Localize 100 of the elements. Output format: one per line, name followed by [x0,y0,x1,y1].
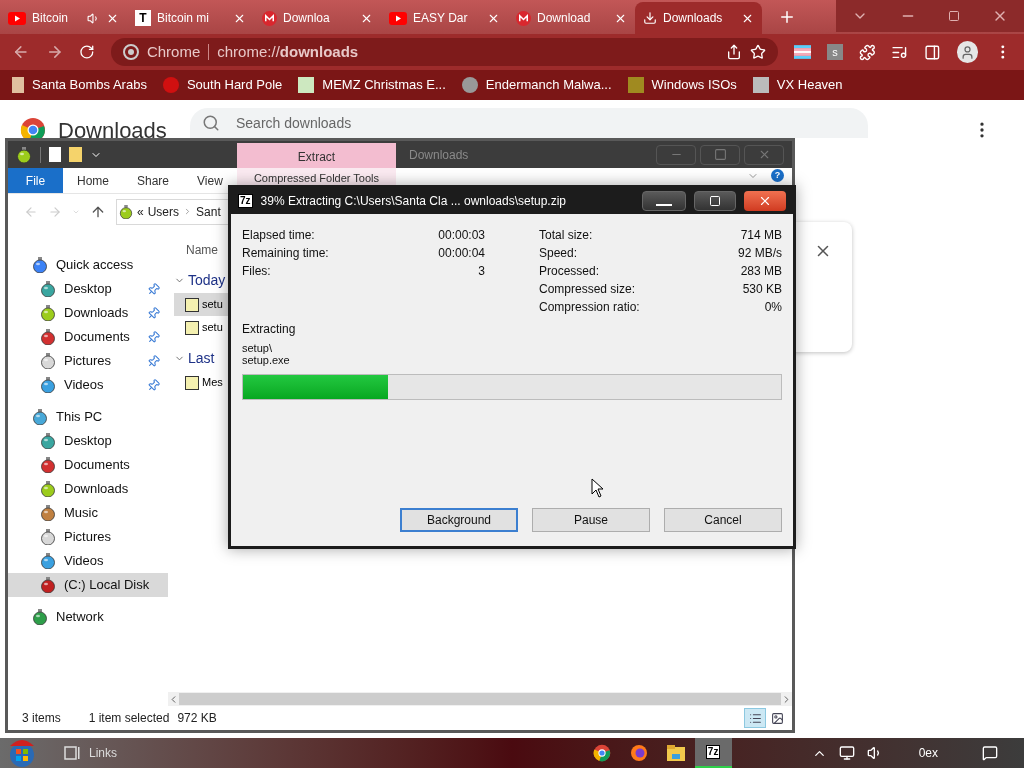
browser-tab[interactable]: Download [508,2,635,34]
breadcrumb-item[interactable]: Users [147,202,180,221]
ribbon-tab[interactable]: Share [123,168,184,193]
nav-item[interactable]: Pictures [8,525,168,549]
maximize-button[interactable] [694,191,736,211]
dialog-button[interactable]: Background [400,508,518,532]
file-row[interactable]: Mes [174,371,228,394]
file-tab[interactable]: File [8,168,63,193]
address-field[interactable]: « Users Sant [116,198,228,225]
stat-value: 530 KB [742,281,782,298]
nav-label: Videos [64,376,105,395]
nav-label: (C:) Local Disk [64,576,151,595]
taskbar-app[interactable]: 7z [694,738,732,768]
search-field[interactable]: Search downloads [190,108,868,138]
group-header[interactable]: Today [188,269,226,291]
browser-tab[interactable]: Bitcoin [0,2,127,34]
extension-icon[interactable]: s [827,44,843,60]
horizontal-scrollbar[interactable] [168,692,792,706]
nav-label: Pictures [64,528,112,547]
nav-item[interactable]: Pictures [8,349,168,373]
side-panel-icon[interactable] [924,43,941,61]
bookmark[interactable]: Windows ISOs [627,75,737,95]
maximize-icon[interactable] [948,10,960,22]
bookmark[interactable]: MEMZ Christmas E... [298,75,446,95]
network-icon[interactable] [838,745,855,761]
app-icon: 7z [238,194,253,208]
site-label: Chrome [146,41,201,62]
nav-item[interactable]: Videos [8,373,168,397]
group-header[interactable]: Last [188,347,215,369]
browser-tab[interactable]: Downloa [254,2,381,34]
share-icon[interactable] [725,44,742,60]
ribbon-tab[interactable]: Home [63,168,123,193]
page-title: Downloads [58,116,168,145]
dialog-title: 39% Extracting C:\Users\Santa Cla ... ownloads\setup.zip [260,193,568,210]
address-bar[interactable]: Chrome chrome://downloads [110,38,778,66]
file-icon [185,320,199,335]
speaker-icon[interactable] [87,11,100,25]
task-view-icon[interactable] [64,746,80,760]
file-name: setu [202,320,223,336]
status-text: 1 item selected [88,710,170,727]
cursor-icon [591,478,605,498]
bookmark-star-icon[interactable] [749,44,766,60]
stat-value: 00:00:03 [438,227,485,244]
nav-item[interactable]: This PC [8,405,168,429]
browser-tab[interactable]: T Bitcoin mi [127,2,254,34]
stat-value: 714 MB [740,227,782,244]
nav-item[interactable]: (C:) Local Disk [8,573,168,597]
nav-item[interactable]: Desktop [8,429,168,453]
extensions-icon[interactable] [858,43,876,61]
close-button[interactable] [744,191,786,211]
nav-item[interactable]: Music [8,501,168,525]
profile-avatar[interactable] [956,41,979,63]
nav-item[interactable]: Downloads [8,477,168,501]
bookmark[interactable]: Endermanch Malwa... [461,75,612,95]
tab-title: Bitcoin mi [157,10,210,27]
bookmark[interactable]: Santa Bombs Arabs [12,75,147,95]
nav-item[interactable]: Desktop [8,277,168,301]
dialog-button[interactable]: Pause [532,508,650,532]
file-name: setu [202,297,223,313]
stat-label: Elapsed time: [242,227,315,244]
clock[interactable]: 0ex [918,744,938,762]
dialog-button[interactable]: Cancel [664,508,782,532]
minimize-button[interactable] [642,191,686,211]
operation-label: Extracting [242,321,297,338]
help-icon[interactable]: ? [771,169,784,182]
nav-label: Downloads [64,304,130,323]
stat-label: Compression ratio: [539,299,640,316]
nav-item[interactable]: Documents [8,325,168,349]
file-row[interactable]: setu [174,293,228,316]
nav-label: Documents [64,328,131,347]
view-button[interactable] [744,708,766,728]
window-title: Downloads [409,146,470,164]
browser-tab[interactable]: Downloads [635,2,762,34]
nav-item[interactable]: Network [8,605,168,629]
back-icon[interactable] [12,43,30,61]
nav-item[interactable]: Downloads [8,301,168,325]
bookmark[interactable]: VX Heaven [752,75,843,95]
nav-item[interactable]: Documents [8,453,168,477]
notification-icon[interactable] [982,745,998,761]
breadcrumb-item[interactable]: Sant [196,202,221,221]
bookmark[interactable]: South Hard Pole [162,75,283,95]
ribbon-tab[interactable]: View [183,168,237,193]
nav-label: Pictures [64,352,112,371]
nav-item[interactable]: Videos [8,549,168,573]
reload-icon[interactable] [79,44,95,60]
breadcrumb-item[interactable]: « [137,202,144,221]
file-row[interactable]: setu [174,316,228,339]
new-tab-icon[interactable] [778,8,796,26]
play-icon [8,11,26,25]
browser-tab[interactable]: EASY Dar [381,2,508,34]
stat-value: 3 [478,263,485,280]
bookmark-favicon [298,77,315,93]
flag-icon[interactable] [793,45,812,59]
nav-item[interactable]: Quick access [8,253,168,277]
toolbar-label[interactable]: Links [89,744,117,762]
bookmark-favicon [752,77,769,93]
tab-title: Downloa [283,10,331,27]
nav-label: Videos [64,552,105,571]
stat-label: Remaining time: [242,245,329,262]
stat-value: 0% [764,299,782,316]
